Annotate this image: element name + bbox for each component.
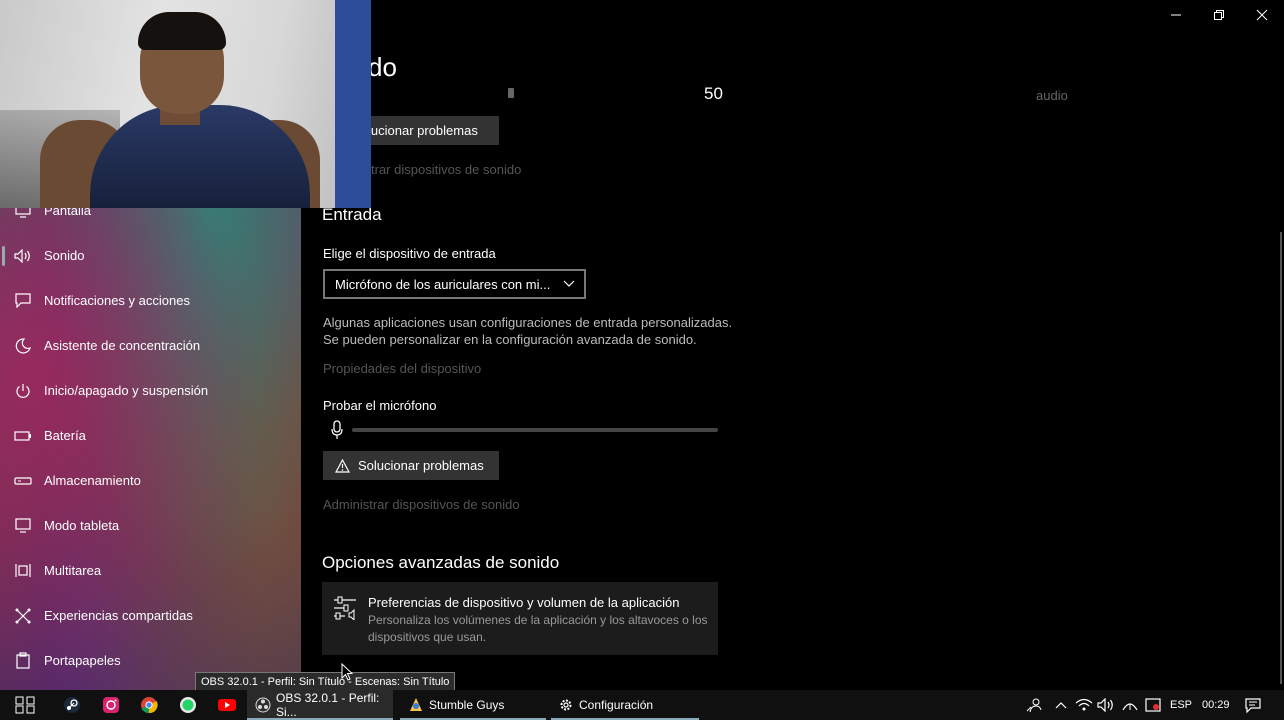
input-info-line2: Se pueden personalizar en la configuraci… (323, 332, 697, 347)
security-warning-icon[interactable] (1143, 690, 1163, 720)
sidebar-item-label: Modo tableta (44, 518, 120, 533)
restore-icon[interactable] (1209, 5, 1229, 25)
card-description: Personaliza los volúmenes de la aplicaci… (368, 613, 708, 644)
steam-icon[interactable] (60, 690, 84, 720)
card-title: Preferencias de dispositivo y volumen de… (368, 595, 680, 610)
taskbar-app-obs[interactable]: OBS 32.0.1 - Perfil: Si... (247, 690, 393, 720)
content-scrollbar[interactable] (1280, 232, 1282, 684)
advanced-section-title: Opciones avanzadas de sonido (322, 553, 560, 572)
output-volume-value: 50 (704, 84, 723, 103)
sidebar-item-modo-tableta[interactable]: Modo tableta (0, 503, 301, 548)
taskbar: OBS 32.0.1 - Perfil: Si... Stumble Guys … (0, 690, 1284, 720)
sidebar-item-inicio-apagado[interactable]: Inicio/apagado y suspensión (0, 368, 301, 413)
notification-icon (0, 293, 44, 308)
taskbar-app-label: Stumble Guys (429, 698, 505, 712)
moon-icon (0, 337, 44, 354)
output-troubleshoot-label: lucionar problemas (368, 123, 478, 138)
test-mic-label: Probar el micrófono (323, 398, 437, 413)
webcam-overlay (0, 0, 371, 208)
volume-icon[interactable] (1096, 690, 1116, 720)
minimize-icon[interactable] (1166, 5, 1186, 25)
mic-level-meter (352, 428, 718, 432)
sidebar-item-label: Portapapeles (44, 653, 121, 668)
sidebar-item-label: Experiencias compartidas (44, 608, 193, 623)
microphone-icon (329, 420, 345, 445)
output-audio-label: audio (1036, 88, 1068, 103)
sidebar-item-sonido[interactable]: Sonido (0, 233, 301, 278)
tablet-icon (0, 518, 44, 533)
action-center-icon[interactable] (1243, 690, 1263, 720)
sidebar-item-label: Multitarea (44, 563, 102, 578)
page-title: do (368, 52, 397, 82)
clipboard-icon (0, 652, 44, 669)
app-volume-preferences-card[interactable]: Preferencias de dispositivo y volumen de… (322, 582, 718, 655)
input-info-line1: Algunas aplicaciones usan configuracione… (323, 315, 733, 330)
language-indicator[interactable]: ESP (1170, 690, 1192, 720)
sidebar-item-almacenamiento[interactable]: Almacenamiento (0, 458, 301, 503)
wifi-icon[interactable] (1074, 690, 1094, 720)
sidebar-item-experiencias[interactable]: Experiencias compartidas (0, 593, 301, 638)
people-icon[interactable] (1024, 690, 1044, 720)
taskbar-tooltip: OBS 32.0.1 - Perfil: Sin Título - Escena… (195, 672, 456, 691)
multitask-icon (0, 563, 44, 578)
shared-icon (0, 608, 44, 624)
input-troubleshoot-label: Solucionar problemas (358, 458, 484, 473)
network-wired-icon[interactable] (1120, 690, 1140, 720)
input-device-dropdown[interactable]: Micrófono de los auriculares con mi... (323, 269, 586, 299)
device-properties-link[interactable]: Propiedades del dispositivo (323, 361, 481, 376)
warning-icon (335, 458, 350, 473)
input-troubleshoot-button[interactable]: Solucionar problemas (323, 451, 499, 480)
power-icon (0, 383, 44, 399)
battery-icon (0, 430, 44, 441)
taskbar-app-configuracion[interactable]: Configuración (551, 690, 699, 720)
settings-gear-icon (559, 698, 573, 712)
sidebar-item-multitarea[interactable]: Multitarea (0, 548, 301, 593)
input-section-title: Entrada (322, 205, 382, 224)
sidebar-item-notificaciones[interactable]: Notificaciones y acciones (0, 278, 301, 323)
instagram-icon[interactable] (99, 690, 123, 720)
mouse-cursor-icon (341, 662, 354, 686)
close-icon[interactable] (1252, 5, 1272, 25)
sliders-icon (333, 596, 357, 625)
sidebar-item-bateria[interactable]: Batería (0, 413, 301, 458)
taskbar-app-label: Configuración (579, 698, 654, 712)
speaker-icon (0, 248, 44, 263)
input-device-selected: Micrófono de los auriculares con mi... (335, 276, 551, 292)
sidebar-item-label: Inicio/apagado y suspensión (44, 383, 209, 398)
output-troubleshoot-button[interactable]: lucionar problemas (350, 116, 499, 145)
sidebar-item-asistente[interactable]: Asistente de concentración (0, 323, 301, 368)
chevron-down-icon (562, 277, 576, 294)
input-manage-devices-link[interactable]: Administrar dispositivos de sonido (323, 497, 520, 512)
taskbar-app-stumble-guys[interactable]: Stumble Guys (400, 690, 546, 720)
obs-icon (255, 697, 271, 713)
sidebar-item-label: Almacenamiento (44, 473, 141, 488)
stumble-guys-icon (408, 697, 424, 713)
youtube-icon[interactable] (214, 690, 240, 720)
storage-icon (0, 476, 44, 486)
volume-slider-thumb[interactable] (508, 88, 514, 98)
sidebar-item-label: Asistente de concentración (44, 338, 201, 353)
sidebar-item-label: Notificaciones y acciones (44, 293, 190, 308)
input-device-label: Elige el dispositivo de entrada (323, 246, 496, 261)
output-manage-devices-link[interactable]: trar dispositivos de sonido (371, 162, 521, 177)
clock[interactable]: 00:29 (1202, 690, 1230, 720)
chrome-icon[interactable] (137, 690, 161, 720)
sidebar-item-label: Batería (44, 428, 86, 443)
chevron-up-icon[interactable] (1053, 690, 1069, 720)
whatsapp-icon[interactable] (176, 690, 200, 720)
sidebar-item-label: Sonido (44, 248, 85, 263)
task-view-icon[interactable] (12, 690, 38, 720)
taskbar-app-label: OBS 32.0.1 - Perfil: Si... (276, 691, 380, 719)
